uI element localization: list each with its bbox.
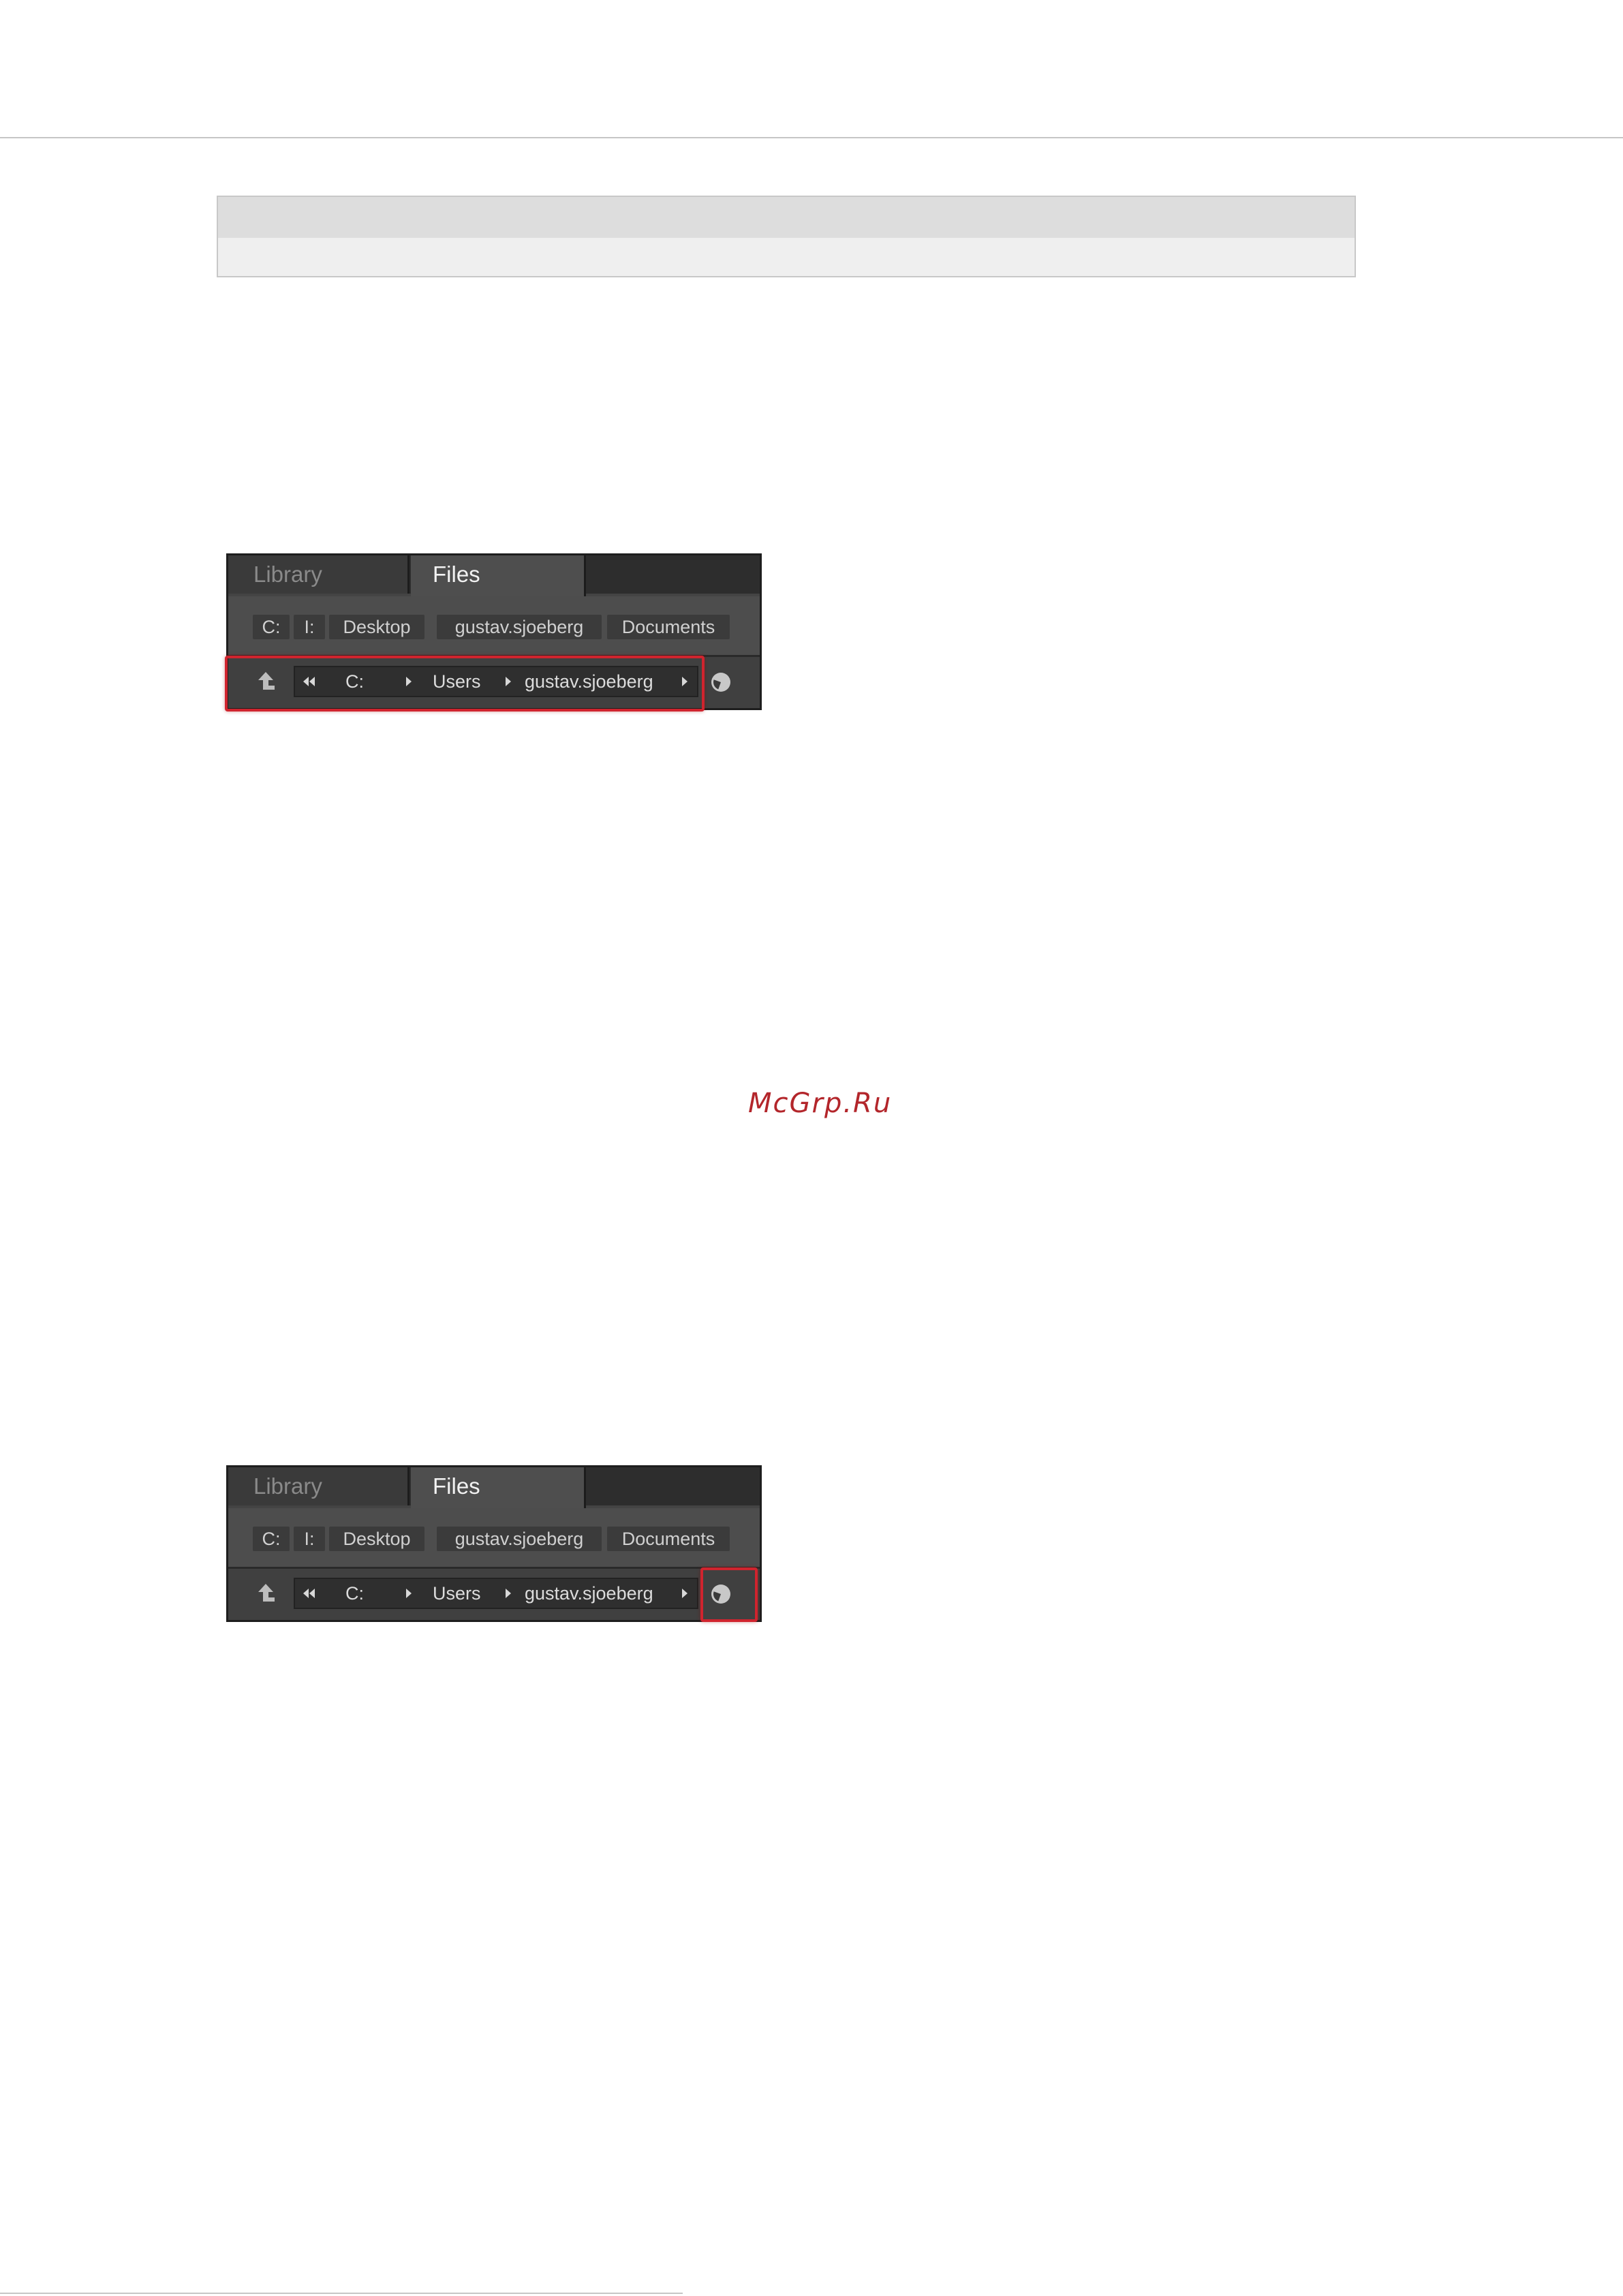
- favorite-drive-c[interactable]: C:: [253, 1527, 290, 1551]
- favorite-desktop[interactable]: Desktop: [329, 615, 424, 639]
- browser-panel-recent-highlight: Library Files C: I: Desktop gustav.sjoeb…: [226, 1465, 762, 1622]
- favorite-user[interactable]: gustav.sjoeberg: [437, 1527, 602, 1551]
- path-segment-user[interactable]: gustav.sjoeberg: [525, 1579, 653, 1608]
- info-box-header: [218, 197, 1355, 238]
- right-triangle-icon[interactable]: [506, 1589, 511, 1598]
- info-box: [217, 196, 1356, 277]
- tab-library[interactable]: Library: [228, 555, 409, 594]
- right-triangle-icon[interactable]: [682, 1589, 687, 1598]
- info-box-body: [218, 238, 1355, 276]
- clock-icon[interactable]: [711, 672, 731, 692]
- favorite-documents[interactable]: Documents: [607, 615, 730, 639]
- header-rule: [0, 137, 1623, 138]
- location-bar: C: Users gustav.sjoeberg: [228, 1569, 760, 1620]
- path-bar-highlight-frame: [225, 656, 705, 711]
- tab-bar: Library Files: [228, 1467, 760, 1508]
- tab-files[interactable]: Files: [411, 1467, 586, 1508]
- favorites-bar: C: I: Desktop gustav.sjoeberg Documents: [228, 596, 760, 655]
- tab-library[interactable]: Library: [228, 1467, 409, 1505]
- favorite-desktop[interactable]: Desktop: [329, 1527, 424, 1551]
- right-triangle-icon[interactable]: [406, 1589, 412, 1598]
- double-left-arrow-icon[interactable]: [301, 1589, 318, 1598]
- favorite-drive-i[interactable]: I:: [294, 1527, 325, 1551]
- path-segment-drive[interactable]: C:: [345, 1579, 364, 1608]
- recent-button-highlight-frame: [700, 1567, 758, 1622]
- favorite-drive-i[interactable]: I:: [294, 615, 325, 639]
- path-bar[interactable]: C: Users gustav.sjoeberg: [294, 1578, 698, 1609]
- up-arrow-icon[interactable]: [256, 1581, 276, 1606]
- footer-rule: [0, 2293, 683, 2294]
- favorites-bar: C: I: Desktop gustav.sjoeberg Documents: [228, 1508, 760, 1567]
- tab-bar: Library Files: [228, 555, 760, 596]
- favorite-drive-c[interactable]: C:: [253, 615, 290, 639]
- favorite-user[interactable]: gustav.sjoeberg: [437, 615, 602, 639]
- watermark: McGrp.Ru: [748, 1088, 893, 1119]
- path-segment-users[interactable]: Users: [433, 1579, 481, 1608]
- favorite-documents[interactable]: Documents: [607, 1527, 730, 1551]
- tab-files[interactable]: Files: [411, 555, 586, 596]
